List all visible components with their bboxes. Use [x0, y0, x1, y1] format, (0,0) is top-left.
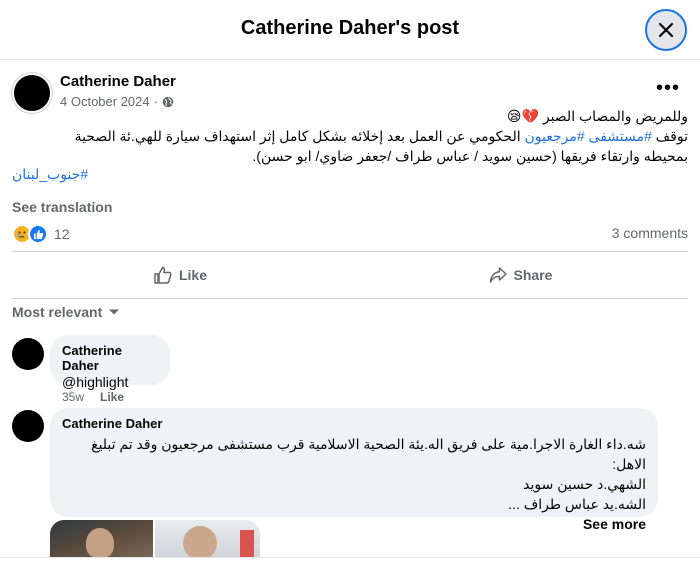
- divider: [12, 298, 688, 299]
- attachment-photo-1[interactable]: [50, 520, 154, 557]
- hashtag-hospital[interactable]: #مستشفى: [589, 128, 652, 144]
- comments-count-link[interactable]: 3 comments: [612, 225, 688, 241]
- comment-bubble: Catherine Daher @highlight: [50, 335, 170, 390]
- like-reaction-icon: [28, 224, 48, 244]
- reaction-count: 12: [54, 226, 70, 242]
- divider: [12, 251, 688, 252]
- chevron-down-icon: [109, 309, 120, 315]
- post-text-line-1: وللمريض والمصاب الصبر 💔😪: [506, 108, 688, 124]
- comment-author[interactable]: Catherine Daher: [62, 343, 158, 373]
- post-text-line-3: بمحيطه وارتقاء فريقها (حسين سويد / عباس …: [252, 148, 688, 164]
- post-text-line-2-pre: توقف: [651, 128, 688, 144]
- comment-text: شه.داء الغارة الاجرا.مية على فريق اله.يئ…: [62, 434, 646, 534]
- share-button[interactable]: Share: [352, 257, 688, 293]
- comment-author[interactable]: Catherine Daher: [62, 416, 646, 431]
- like-label: Like: [178, 267, 207, 283]
- close-button[interactable]: [645, 9, 687, 51]
- share-icon: [489, 267, 507, 283]
- post-body: وللمريض والمصاب الصبر 💔😪 توقف #مستشفى #م…: [12, 106, 688, 166]
- comment-attachment-images[interactable]: [50, 520, 260, 557]
- comment-text-line-4-text: الشه.يد عباس طراف ...: [508, 496, 646, 512]
- comment-text-line-1: شه.داء الغارة الاجرا.مية على فريق اله.يئ…: [91, 436, 646, 452]
- post-options-button[interactable]: •••: [650, 76, 686, 100]
- thumbs-up-icon: [154, 266, 172, 284]
- dialog-title: Catherine Daher's post: [240, 17, 460, 39]
- commenter-avatar[interactable]: [12, 338, 44, 370]
- comment-text-line-3: الشهي.د حسين سويد: [523, 476, 646, 492]
- reactions-summary[interactable]: 12: [12, 224, 70, 244]
- hashtag-south-lebanon[interactable]: #جنوب_لبنان: [12, 166, 88, 183]
- hashtag-marjayoun[interactable]: #مرجعيون: [525, 128, 585, 144]
- close-icon: [658, 22, 674, 38]
- dialog-header: Catherine Daher's post: [0, 0, 700, 60]
- comment-actions: 35w Like: [62, 390, 124, 404]
- like-button[interactable]: Like: [12, 257, 348, 293]
- sort-label: Most relevant: [12, 304, 103, 320]
- comment-time[interactable]: 35w: [62, 390, 84, 404]
- comment-text-line-2: الاهل:: [612, 456, 646, 472]
- comment-bubble: Catherine Daher شه.داء الغارة الاجرا.مية…: [50, 408, 658, 532]
- share-label: Share: [513, 267, 553, 283]
- see-translation-link[interactable]: See translation: [12, 199, 112, 215]
- comment-composer-area: [0, 557, 700, 577]
- post-author[interactable]: Catherine Daher: [60, 73, 176, 90]
- commenter-avatar[interactable]: [12, 410, 44, 442]
- post-text-line-2-post: الحكومي عن العمل بعد إخلائه بشكل كامل إث…: [74, 128, 525, 144]
- post-text-line-2: توقف #مستشفى #مرجعيون الحكومي عن العمل ب…: [12, 126, 688, 146]
- comment-sort-dropdown[interactable]: Most relevant: [12, 304, 120, 320]
- post-content[interactable]: Catherine Daher 4 October 2024 · ••• ولل…: [0, 60, 700, 557]
- attachment-photo-2[interactable]: [155, 520, 260, 557]
- comment-like-button[interactable]: Like: [100, 390, 124, 404]
